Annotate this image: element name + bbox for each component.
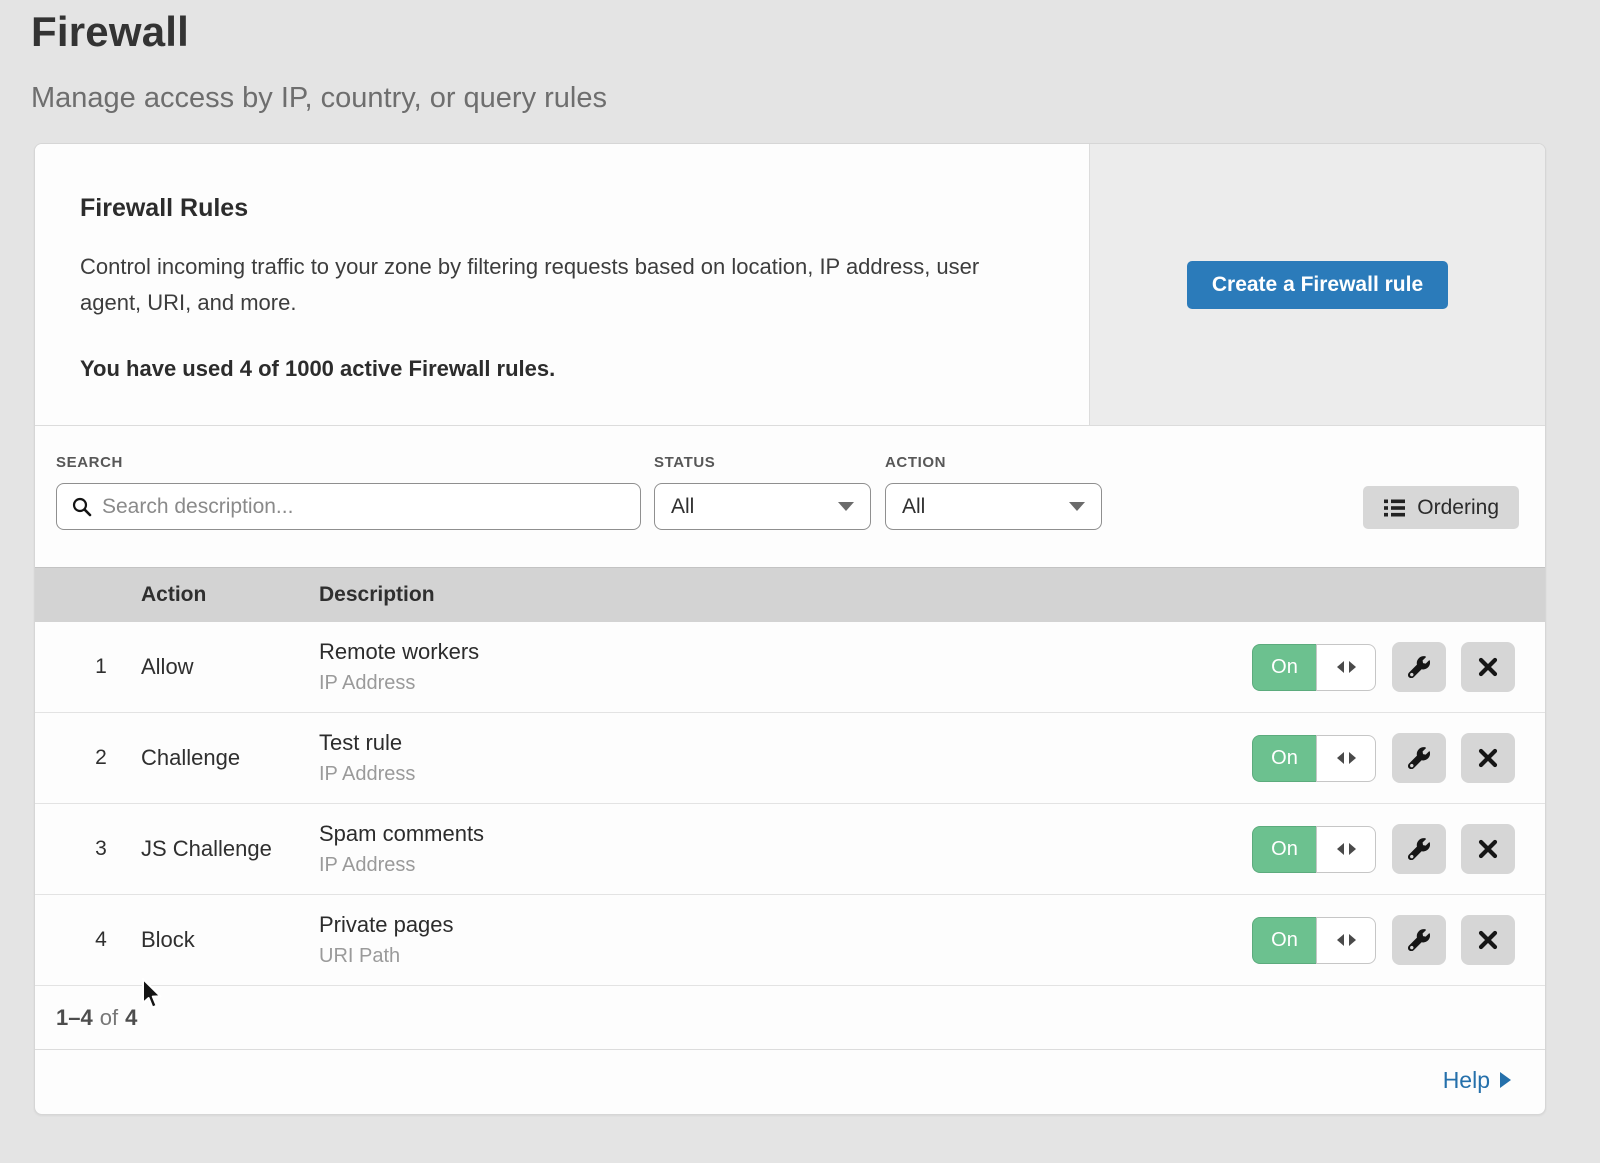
close-icon (1477, 838, 1499, 860)
action-select-value: All (902, 495, 925, 519)
rule-match-type: URI Path (319, 945, 1252, 968)
help-link[interactable]: Help (1443, 1067, 1511, 1094)
overview-text: Firewall Rules Control incoming traffic … (35, 144, 1089, 425)
firewall-rules-card: Firewall Rules Control incoming traffic … (34, 143, 1546, 1115)
drag-arrows-icon (1316, 644, 1376, 691)
close-icon (1477, 656, 1499, 678)
page-subtitle: Manage access by IP, country, or query r… (31, 82, 1600, 115)
rule-description-cell: Spam comments IP Address (319, 821, 1252, 877)
action-label: ACTION (885, 454, 946, 471)
card-footer: Help (35, 1050, 1545, 1110)
ordering-button[interactable]: Ordering (1363, 486, 1519, 529)
drag-arrows-icon (1316, 826, 1376, 873)
rule-match-type: IP Address (319, 854, 1252, 877)
rule-controls: On (1252, 733, 1545, 783)
rule-controls: On (1252, 915, 1545, 965)
pagination-of: of (100, 1005, 118, 1031)
section-description: Control incoming traffic to your zone by… (80, 249, 1035, 321)
rule-description-cell: Remote workers IP Address (319, 639, 1252, 695)
rule-action: Challenge (141, 745, 319, 771)
rule-description: Test rule (319, 730, 1252, 756)
wrench-icon (1408, 838, 1430, 860)
rule-description-cell: Private pages URI Path (319, 912, 1252, 968)
rule-priority: 2 (35, 746, 141, 770)
chevron-down-icon (838, 502, 854, 511)
description-column-header: Description (319, 583, 1545, 607)
rule-match-type: IP Address (319, 763, 1252, 786)
pagination-range: 1–4 (56, 1005, 93, 1031)
rule-enabled-toggle[interactable]: On (1252, 917, 1376, 964)
delete-rule-button[interactable] (1461, 642, 1515, 692)
table-row: 4 Block Private pages URI Path On (35, 895, 1545, 986)
delete-rule-button[interactable] (1461, 824, 1515, 874)
table-header: Action Description (35, 567, 1545, 622)
rule-description-cell: Test rule IP Address (319, 730, 1252, 786)
drag-arrows-icon (1316, 735, 1376, 782)
toggle-on-label: On (1252, 917, 1316, 964)
rule-enabled-toggle[interactable]: On (1252, 644, 1376, 691)
rule-action: Allow (141, 654, 319, 680)
search-icon (71, 496, 93, 518)
status-select-value: All (671, 495, 694, 519)
rule-description: Private pages (319, 912, 1252, 938)
status-select[interactable]: All (654, 483, 871, 530)
ordering-button-label: Ordering (1417, 496, 1499, 520)
usage-summary: You have used 4 of 1000 active Firewall … (80, 356, 1044, 382)
wrench-icon (1408, 747, 1430, 769)
rule-enabled-toggle[interactable]: On (1252, 826, 1376, 873)
table-row: 1 Allow Remote workers IP Address On (35, 622, 1545, 713)
section-heading: Firewall Rules (80, 194, 1044, 223)
help-link-label: Help (1443, 1067, 1490, 1094)
wrench-icon (1408, 929, 1430, 951)
action-select[interactable]: All (885, 483, 1102, 530)
toggle-on-label: On (1252, 735, 1316, 782)
table-row: 2 Challenge Test rule IP Address On (35, 713, 1545, 804)
close-icon (1477, 929, 1499, 951)
ordered-list-icon (1383, 497, 1406, 519)
edit-rule-button[interactable] (1392, 733, 1446, 783)
rule-match-type: IP Address (319, 672, 1252, 695)
pagination-total: 4 (125, 1005, 137, 1031)
rule-action: Block (141, 927, 319, 953)
rule-priority: 3 (35, 837, 141, 861)
close-icon (1477, 747, 1499, 769)
page-header: Firewall Manage access by IP, country, o… (0, 0, 1600, 115)
table-row: 3 JS Challenge Spam comments IP Address … (35, 804, 1545, 895)
rule-description: Spam comments (319, 821, 1252, 847)
toggle-on-label: On (1252, 644, 1316, 691)
create-rule-panel: Create a Firewall rule (1089, 144, 1545, 425)
search-input[interactable] (102, 495, 626, 519)
rule-priority: 4 (35, 928, 141, 952)
drag-arrows-icon (1316, 917, 1376, 964)
rule-description: Remote workers (319, 639, 1252, 665)
edit-rule-button[interactable] (1392, 915, 1446, 965)
edit-rule-button[interactable] (1392, 824, 1446, 874)
pagination: 1–4 of 4 (35, 986, 1545, 1050)
rule-controls: On (1252, 642, 1545, 692)
page-title: Firewall (31, 8, 1600, 56)
chevron-right-icon (1500, 1072, 1511, 1088)
edit-rule-button[interactable] (1392, 642, 1446, 692)
rule-enabled-toggle[interactable]: On (1252, 735, 1376, 782)
search-box (56, 483, 641, 530)
rule-priority: 1 (35, 655, 141, 679)
overview-section: Firewall Rules Control incoming traffic … (35, 144, 1545, 426)
delete-rule-button[interactable] (1461, 733, 1515, 783)
rule-controls: On (1252, 824, 1545, 874)
toggle-on-label: On (1252, 826, 1316, 873)
chevron-down-icon (1069, 502, 1085, 511)
create-firewall-rule-button[interactable]: Create a Firewall rule (1187, 261, 1448, 309)
action-column-header: Action (141, 583, 319, 607)
status-label: STATUS (654, 454, 715, 471)
rule-action: JS Challenge (141, 836, 319, 862)
filters-bar: SEARCH STATUS ACTION All All (35, 426, 1545, 567)
search-label: SEARCH (56, 454, 123, 471)
delete-rule-button[interactable] (1461, 915, 1515, 965)
wrench-icon (1408, 656, 1430, 678)
